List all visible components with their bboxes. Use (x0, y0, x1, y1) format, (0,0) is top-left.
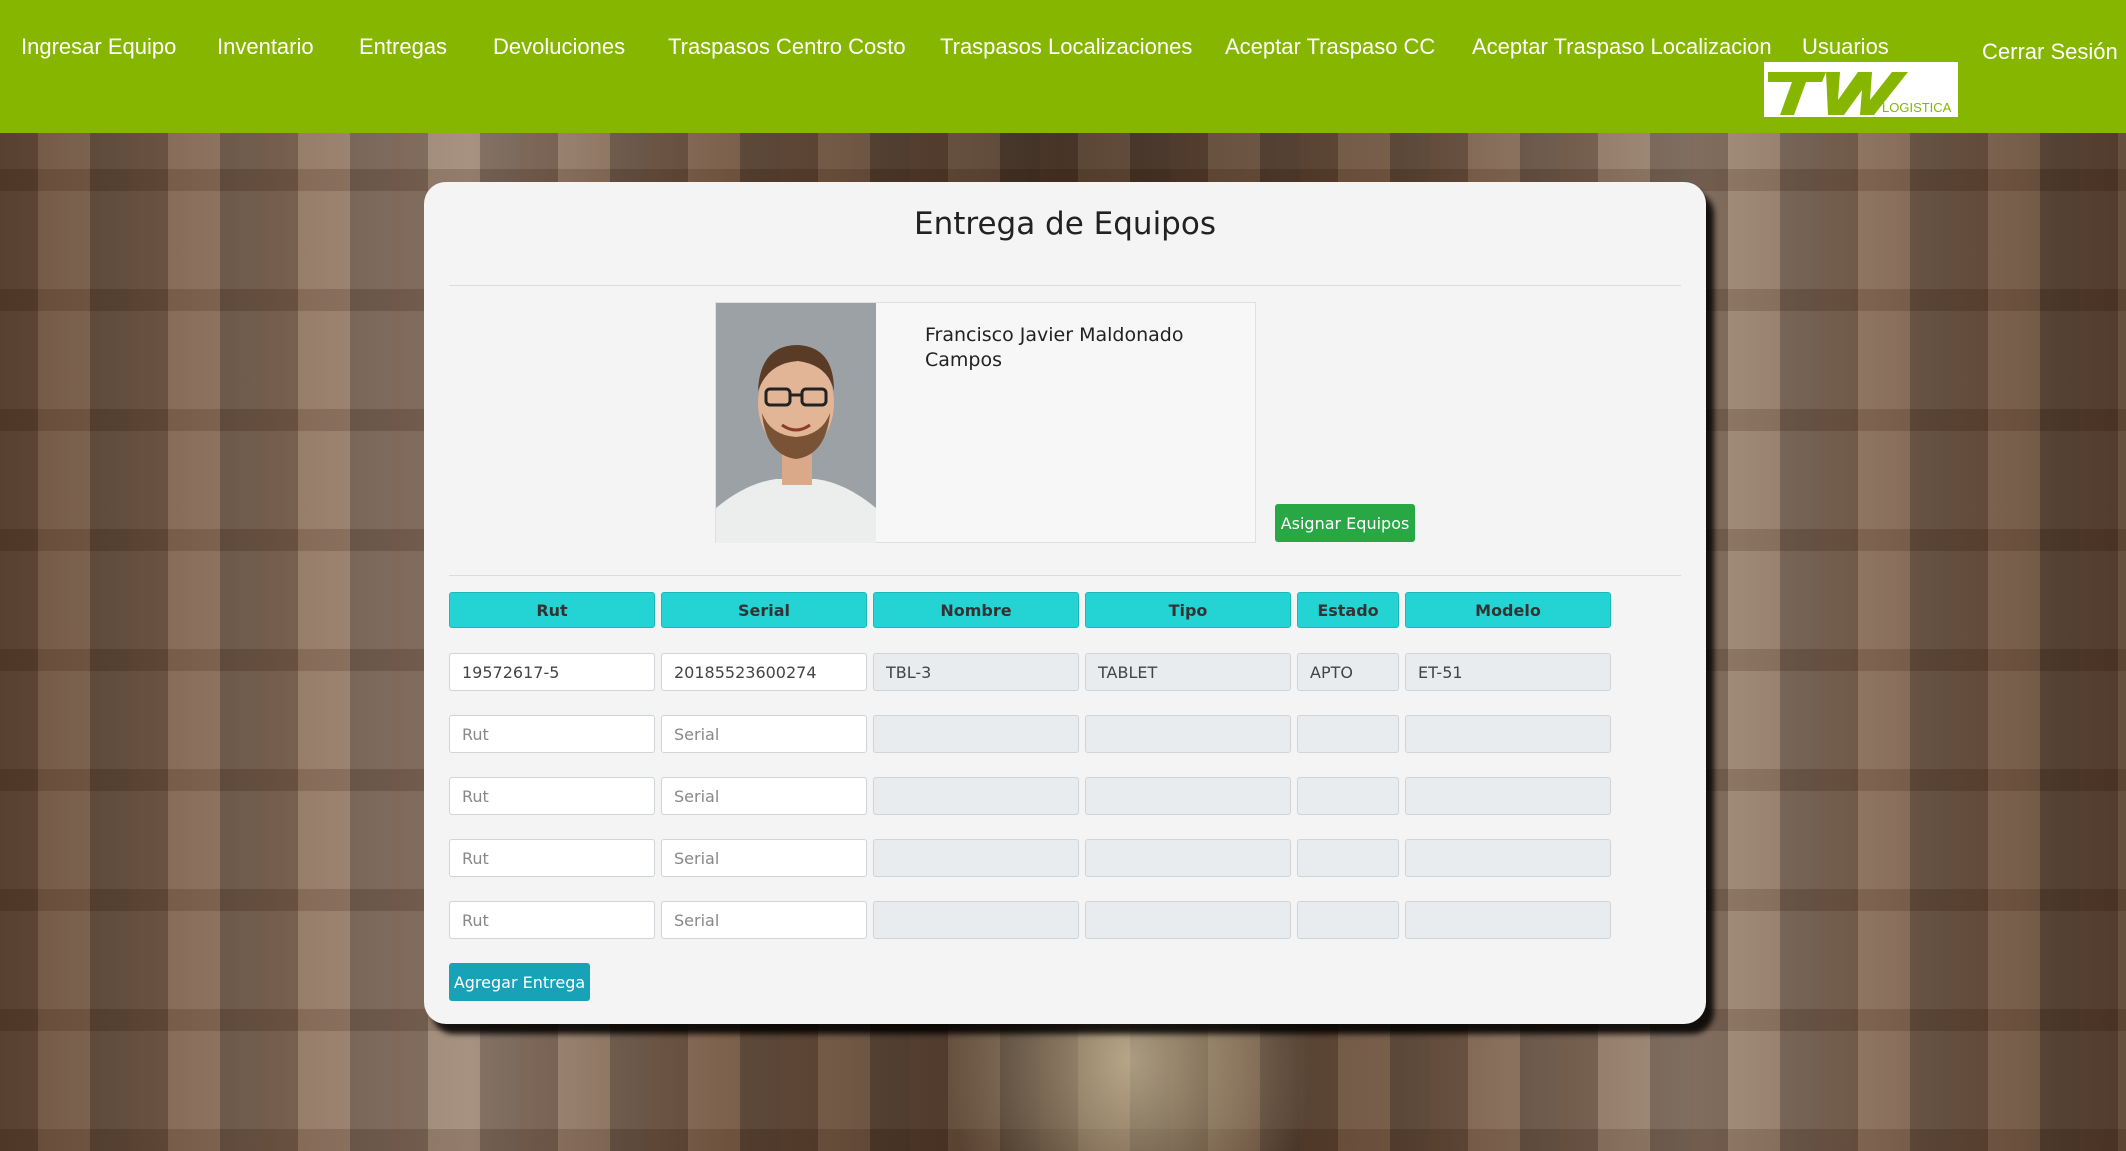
row-4-tipo-field (1085, 839, 1291, 877)
row-5-serial-input[interactable]: Serial (661, 901, 867, 939)
row-4-serial-input[interactable]: Serial (661, 839, 867, 877)
top-navbar: Ingresar Equipo Inventario Entregas Devo… (0, 0, 2126, 133)
header-rut: Rut (449, 592, 655, 628)
row-2-serial-input[interactable]: Serial (661, 715, 867, 753)
logout-link[interactable]: Cerrar Sesión (1982, 38, 2118, 66)
header-estado: Estado (1297, 592, 1399, 628)
row-3-estado-field (1297, 777, 1399, 815)
nav-inventario[interactable]: Inventario (217, 33, 314, 61)
row-2-modelo-field (1405, 715, 1611, 753)
row-2-rut-input[interactable]: Rut (449, 715, 655, 753)
person-name: Francisco Javier Maldonado Campos (925, 324, 1184, 371)
row-5-rut-input[interactable]: Rut (449, 901, 655, 939)
nav-entregas[interactable]: Entregas (359, 33, 447, 61)
row-4-modelo-field (1405, 839, 1611, 877)
nav-aceptar-traspaso-localizacion[interactable]: Aceptar Traspaso Localizacion (1472, 33, 1772, 61)
row-1-tipo-field: TABLET (1085, 653, 1291, 691)
row-3-modelo-field (1405, 777, 1611, 815)
person-photo-icon (716, 303, 876, 543)
header-serial: Serial (661, 592, 867, 628)
divider-middle (449, 575, 1681, 576)
row-1-estado-field: APTO (1297, 653, 1399, 691)
user-profile-card: Francisco Javier Maldonado Campos (715, 302, 1256, 543)
delivery-card: Entrega de Equipos Francisco Javier Mald… (424, 182, 1706, 1024)
row-3-tipo-field (1085, 777, 1291, 815)
row-3-serial-input[interactable]: Serial (661, 777, 867, 815)
row-2-estado-field (1297, 715, 1399, 753)
add-delivery-button[interactable]: Agregar Entrega (449, 963, 590, 1001)
row-5-nombre-field (873, 901, 1079, 939)
nav-traspasos-centro-costo[interactable]: Traspasos Centro Costo (668, 33, 906, 61)
svg-text:LOGISTICA: LOGISTICA (1882, 100, 1952, 115)
nav-ingresar-equipo[interactable]: Ingresar Equipo (21, 33, 176, 61)
row-2-tipo-field (1085, 715, 1291, 753)
nav-traspasos-localizaciones[interactable]: Traspasos Localizaciones (940, 33, 1192, 61)
nav-devoluciones[interactable]: Devoluciones (493, 33, 625, 61)
tw-logistica-logo: LOGISTICA (1764, 62, 1958, 117)
row-2-nombre-field (873, 715, 1079, 753)
row-1-rut-input[interactable]: 19572617-5 (449, 653, 655, 691)
row-1-modelo-field: ET-51 (1405, 653, 1611, 691)
row-1-serial-input[interactable]: 20185523600274 (661, 653, 867, 691)
row-4-nombre-field (873, 839, 1079, 877)
row-4-estado-field (1297, 839, 1399, 877)
header-modelo: Modelo (1405, 592, 1611, 628)
header-tipo: Tipo (1085, 592, 1291, 628)
page-title: Entrega de Equipos (914, 206, 1216, 242)
nav-usuarios[interactable]: Usuarios (1802, 33, 1889, 61)
header-nombre: Nombre (873, 592, 1079, 628)
row-1-nombre-field: TBL-3 (873, 653, 1079, 691)
row-5-estado-field (1297, 901, 1399, 939)
row-5-modelo-field (1405, 901, 1611, 939)
nav-aceptar-traspaso-cc[interactable]: Aceptar Traspaso CC (1225, 33, 1435, 61)
divider-top (449, 285, 1681, 286)
row-3-rut-input[interactable]: Rut (449, 777, 655, 815)
row-4-rut-input[interactable]: Rut (449, 839, 655, 877)
assign-equipment-button[interactable]: Asignar Equipos (1275, 504, 1415, 542)
row-3-nombre-field (873, 777, 1079, 815)
row-5-tipo-field (1085, 901, 1291, 939)
